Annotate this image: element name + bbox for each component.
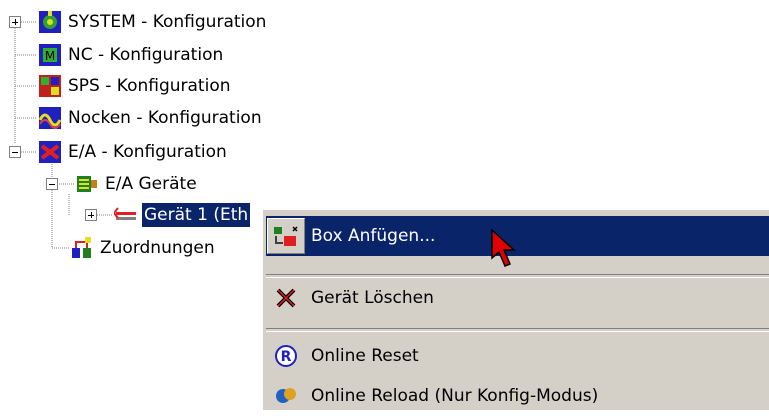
expander-io[interactable] xyxy=(9,146,21,158)
menu-item-delete-device[interactable]: Gerät Löschen xyxy=(266,278,769,318)
ethercat-device-icon xyxy=(114,207,136,220)
sps-config-icon xyxy=(39,75,61,97)
tree-item-nc[interactable]: M NC - Konfiguration xyxy=(38,41,225,69)
tree-item-device-1[interactable]: Gerät 1 (Eth xyxy=(114,201,251,229)
expander-io-devices[interactable] xyxy=(46,178,58,190)
menu-label: Online Reset xyxy=(311,346,419,366)
tree-label: SPS - Konfiguration xyxy=(68,76,231,96)
tree-label: E/A - Konfiguration xyxy=(68,142,227,162)
menu-item-online-reload[interactable]: Online Reload (Nur Konfig-Modus) xyxy=(266,376,769,416)
tree-label: Nocken - Konfiguration xyxy=(68,108,262,128)
svg-text:M: M xyxy=(45,49,55,63)
tree-item-io[interactable]: E/A - Konfiguration xyxy=(38,138,229,166)
tree-label: SYSTEM - Konfiguration xyxy=(68,12,267,32)
tree-item-sps[interactable]: SPS - Konfiguration xyxy=(38,72,233,100)
menu-icon-frame xyxy=(267,218,305,254)
menu-label: Box Anfügen... xyxy=(311,226,436,246)
menu-separator xyxy=(266,328,769,332)
nc-config-icon: M xyxy=(39,44,61,66)
tree-item-nocken[interactable]: Nocken - Konfiguration xyxy=(38,104,264,132)
expander-device-1[interactable] xyxy=(85,209,97,221)
mouse-cursor-icon xyxy=(491,228,516,267)
online-reload-icon xyxy=(276,388,296,403)
io-config-icon xyxy=(39,141,61,163)
svg-text:R: R xyxy=(281,349,292,365)
tree-item-mappings[interactable]: Zuordnungen xyxy=(70,234,217,262)
tree-label: NC - Konfiguration xyxy=(68,45,224,65)
menu-label: Online Reload (Nur Konfig-Modus) xyxy=(311,386,599,406)
menu-item-online-reset[interactable]: R Online Reset xyxy=(266,336,769,376)
online-reset-icon: R xyxy=(275,345,297,367)
system-config-icon xyxy=(39,11,61,33)
tree-item-io-devices[interactable]: E/A Geräte xyxy=(75,170,199,198)
cam-config-icon xyxy=(38,107,62,129)
io-devices-icon xyxy=(77,176,97,192)
menu-label: Gerät Löschen xyxy=(311,288,434,308)
menu-icon-frame xyxy=(267,378,305,414)
mappings-icon xyxy=(72,237,91,258)
tree-item-system[interactable]: SYSTEM - Konfiguration xyxy=(38,8,268,36)
add-box-icon xyxy=(274,226,298,246)
tree-label: Zuordnungen xyxy=(100,238,215,258)
menu-icon-frame: R xyxy=(267,338,305,374)
tree-label: E/A Geräte xyxy=(105,174,197,194)
expander-system[interactable] xyxy=(9,16,21,28)
tree-label-selected: Gerät 1 (Eth xyxy=(142,203,251,227)
delete-device-icon xyxy=(276,288,296,308)
menu-icon-frame xyxy=(267,280,305,316)
